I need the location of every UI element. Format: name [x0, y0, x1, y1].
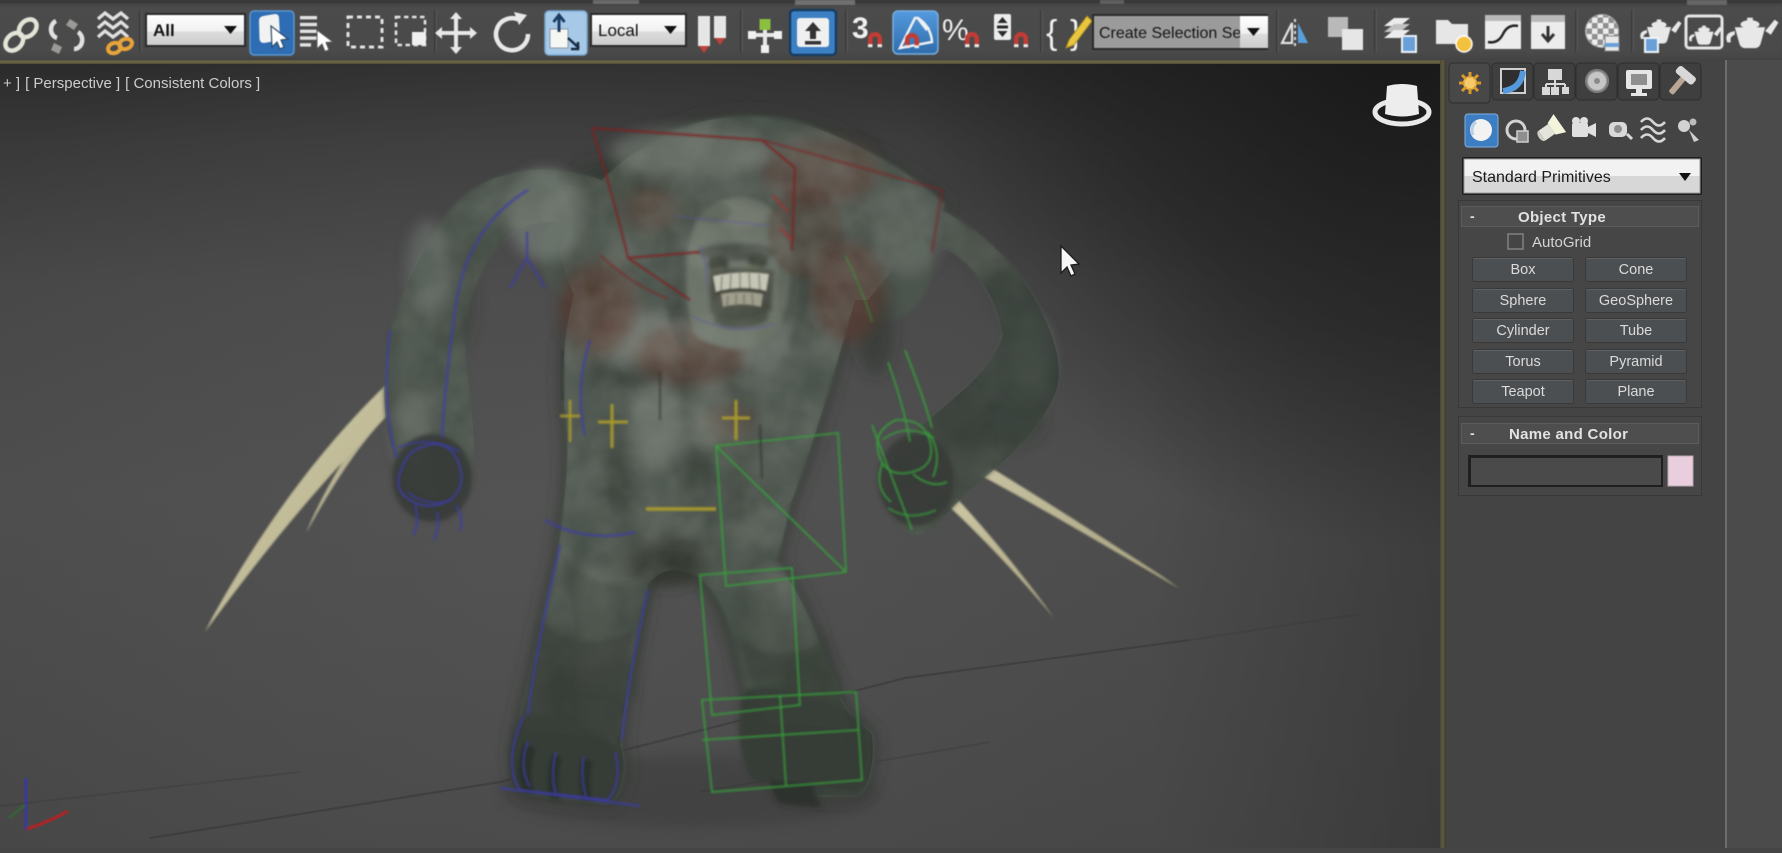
svg-text:Object Type: Object Type: [1518, 209, 1606, 226]
svg-text:AutoGrid: AutoGrid: [1532, 234, 1591, 251]
svg-text:Local: Local: [598, 21, 639, 40]
svg-text:GeoSphere: GeoSphere: [1599, 293, 1673, 309]
svg-text:Torus: Torus: [1505, 354, 1540, 370]
svg-text:Name and Color: Name and Color: [1509, 426, 1628, 443]
svg-text:Cylinder: Cylinder: [1496, 323, 1549, 339]
svg-text:All: All: [153, 21, 175, 40]
svg-text:{: {: [1046, 14, 1057, 52]
svg-text:Cone: Cone: [1619, 262, 1654, 278]
svg-text:-: -: [1470, 425, 1475, 441]
svg-text:%: %: [942, 14, 969, 47]
svg-text:+ ] [ Perspective ] [ Consiste: + ] [ Perspective ] [ Consistent Colors …: [3, 75, 260, 92]
svg-text:Sphere: Sphere: [1500, 293, 1547, 309]
svg-text:Tube: Tube: [1620, 323, 1653, 339]
svg-text:Pyramid: Pyramid: [1609, 354, 1662, 370]
svg-text:Standard Primitives: Standard Primitives: [1472, 169, 1611, 186]
svg-text:Create Selection Se: Create Selection Se: [1099, 25, 1241, 42]
svg-text:Box: Box: [1511, 262, 1537, 278]
svg-text:-: -: [1470, 208, 1475, 224]
svg-text:Plane: Plane: [1617, 384, 1654, 400]
svg-text:Teapot: Teapot: [1501, 384, 1545, 400]
svg-text:3: 3: [852, 12, 869, 45]
